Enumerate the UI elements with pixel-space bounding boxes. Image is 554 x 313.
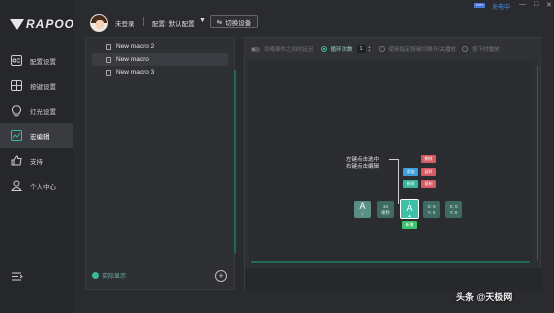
key-state: • [361,211,364,216]
macro-delay-node[interactable]: 34 毫秒 [377,201,394,218]
macro-options-bar: 忽略事件之间的延迟 循环次数 1 ▲ ▼ 使用指定按键切换开/关播放 按下时播放 [245,38,542,60]
sidebar-item-label: 个人中心 [30,183,56,191]
key-letter: A [406,203,413,213]
copy-button[interactable]: 复制 [421,180,436,188]
loop-count-stepper[interactable]: ▲ ▼ [368,45,372,53]
hold-to-play-label: 按下时播放 [472,47,500,53]
mouse-x: X: 0 [449,204,458,209]
macro-name: New macro 2 [116,43,155,50]
battery-icon: 100% [474,3,485,8]
mouse-x: X: 0 [427,204,436,209]
sidebar-item-light-settings[interactable]: 灯光设置 [0,98,73,123]
thumbs-up-icon [10,155,22,167]
file-icon [106,56,111,63]
mouse-y: Y: 0 [449,210,458,215]
loop-count-radio[interactable] [320,46,327,52]
macro-canvas[interactable]: 左键点击选中 右键点击编辑 删除 添加 延时 修改 复制 A • 34 毫秒 •… [249,62,532,264]
file-icon [106,43,111,50]
sidebar-item-label: 配置设置 [30,58,56,66]
hint-line-1: 左键点击选中 [346,157,380,163]
horizontal-scrollbar[interactable] [251,261,530,263]
close-button[interactable]: ✕ [546,1,552,9]
lightbulb-icon [10,104,22,117]
record-button[interactable]: 实际显示 [92,271,126,280]
macro-list-panel: New macro 2 New macro New macro 3 实际显示 + [85,37,235,290]
sidebar-item-label: 灯光设置 [30,108,56,116]
sidebar-item-label: 宏编辑 [30,133,50,141]
sidebar-item-key-settings[interactable]: 按键设置 [0,73,73,98]
macro-key-node[interactable]: A • [354,201,371,218]
add-macro-button[interactable]: + [215,270,227,282]
macro-name: New macro [116,56,149,63]
macro-editor-panel: 忽略事件之间的延迟 循环次数 1 ▲ ▼ 使用指定按键切换开/关播放 按下时播放 … [244,37,542,290]
chevron-down-icon[interactable]: ▼ [199,17,206,24]
modify-button[interactable]: 修改 [403,180,418,188]
list-item[interactable]: New macro 3 [92,66,228,79]
logo-mark-icon [10,18,24,30]
maximize-button[interactable]: □ [534,1,538,8]
charging-status: 充电中 [492,5,511,11]
key-state: ▲ [407,213,412,218]
macro-mouse-node[interactable]: X: 0 Y: 0 [445,201,462,218]
avatar[interactable] [90,14,108,32]
panel-scrollbar[interactable] [234,70,236,253]
mouse-y: Y: 0 [427,210,436,215]
sidebar-item-profile-settings[interactable]: 配置设置 [0,48,73,73]
avatar-face [96,20,104,29]
record-label: 实际显示 [102,274,127,280]
ignore-delay-toggle[interactable] [251,46,260,52]
delay-button[interactable]: 延时 [421,168,436,176]
delay-value: 34 [382,204,388,209]
macro-name: New macro 3 [116,69,155,76]
logo-text: RAPOO [26,17,76,31]
sidebar-item-user-center[interactable]: 个人中心 [0,173,73,198]
rapoo-logo: RAPOO [10,17,75,31]
hold-to-play-radio[interactable] [462,46,469,52]
button-toggle-label: 使用指定按键切换开/关播放 [388,47,457,53]
expand-menu-icon[interactable] [12,268,23,286]
vertical-scrollbar[interactable] [537,66,538,260]
profile-selector[interactable]: 配置: 默认配置 [152,18,195,28]
app-window: RAPOO 配置设置 按键设置 灯光设置 宏编辑 支持 个人中心 未登录 配置:… [0,0,554,313]
header-divider [143,17,144,26]
switch-icon: ⇆ [216,18,223,26]
insert-button[interactable]: 新增 [402,221,417,229]
switch-device-button[interactable]: ⇆ 切换设备 [210,15,258,28]
battery-label: 100% [475,3,484,7]
sidebar-item-support[interactable]: 支持 [0,148,73,173]
editor-footer [245,268,542,290]
hint-connector [398,159,399,204]
delay-unit: 毫秒 [381,210,390,215]
macro-edit-icon [10,130,22,142]
add-button[interactable]: 添加 [403,168,418,176]
switch-device-label: 切换设备 [225,19,252,27]
sidebar-item-macro-edit[interactable]: 宏编辑 [0,123,73,148]
sidebar-item-label: 按键设置 [30,83,56,91]
watermark: 头条 @天极网 [456,292,513,302]
button-toggle-radio[interactable] [378,46,385,52]
sidebar: RAPOO 配置设置 按键设置 灯光设置 宏编辑 支持 个人中心 [0,0,75,313]
sidebar-item-label: 支持 [30,158,43,166]
hint-line-2: 右键点击编辑 [346,164,380,170]
loop-count-label: 循环次数 [330,47,353,53]
macro-key-node-selected[interactable]: • A ▲ [400,199,419,219]
sidebar-nav: 配置设置 按键设置 灯光设置 宏编辑 支持 个人中心 [0,48,73,198]
loop-count-input[interactable]: 1 [356,45,366,53]
macro-mouse-node[interactable]: X: 0 Y: 0 [423,201,440,218]
file-icon [106,69,111,76]
user-icon [10,180,22,192]
delete-button[interactable]: 删除 [421,155,436,163]
minimize-button[interactable]: — [519,1,526,8]
list-item[interactable]: New macro 2 [92,40,228,53]
profile-settings-icon [10,55,22,67]
ignore-delay-label: 忽略事件之间的延迟 [264,47,314,53]
list-item[interactable]: New macro [92,53,228,66]
record-icon [92,272,99,279]
key-grid-icon [10,80,22,92]
login-status[interactable]: 未登录 [115,18,135,28]
canvas-hint: 左键点击选中 右键点击编辑 [346,157,379,171]
